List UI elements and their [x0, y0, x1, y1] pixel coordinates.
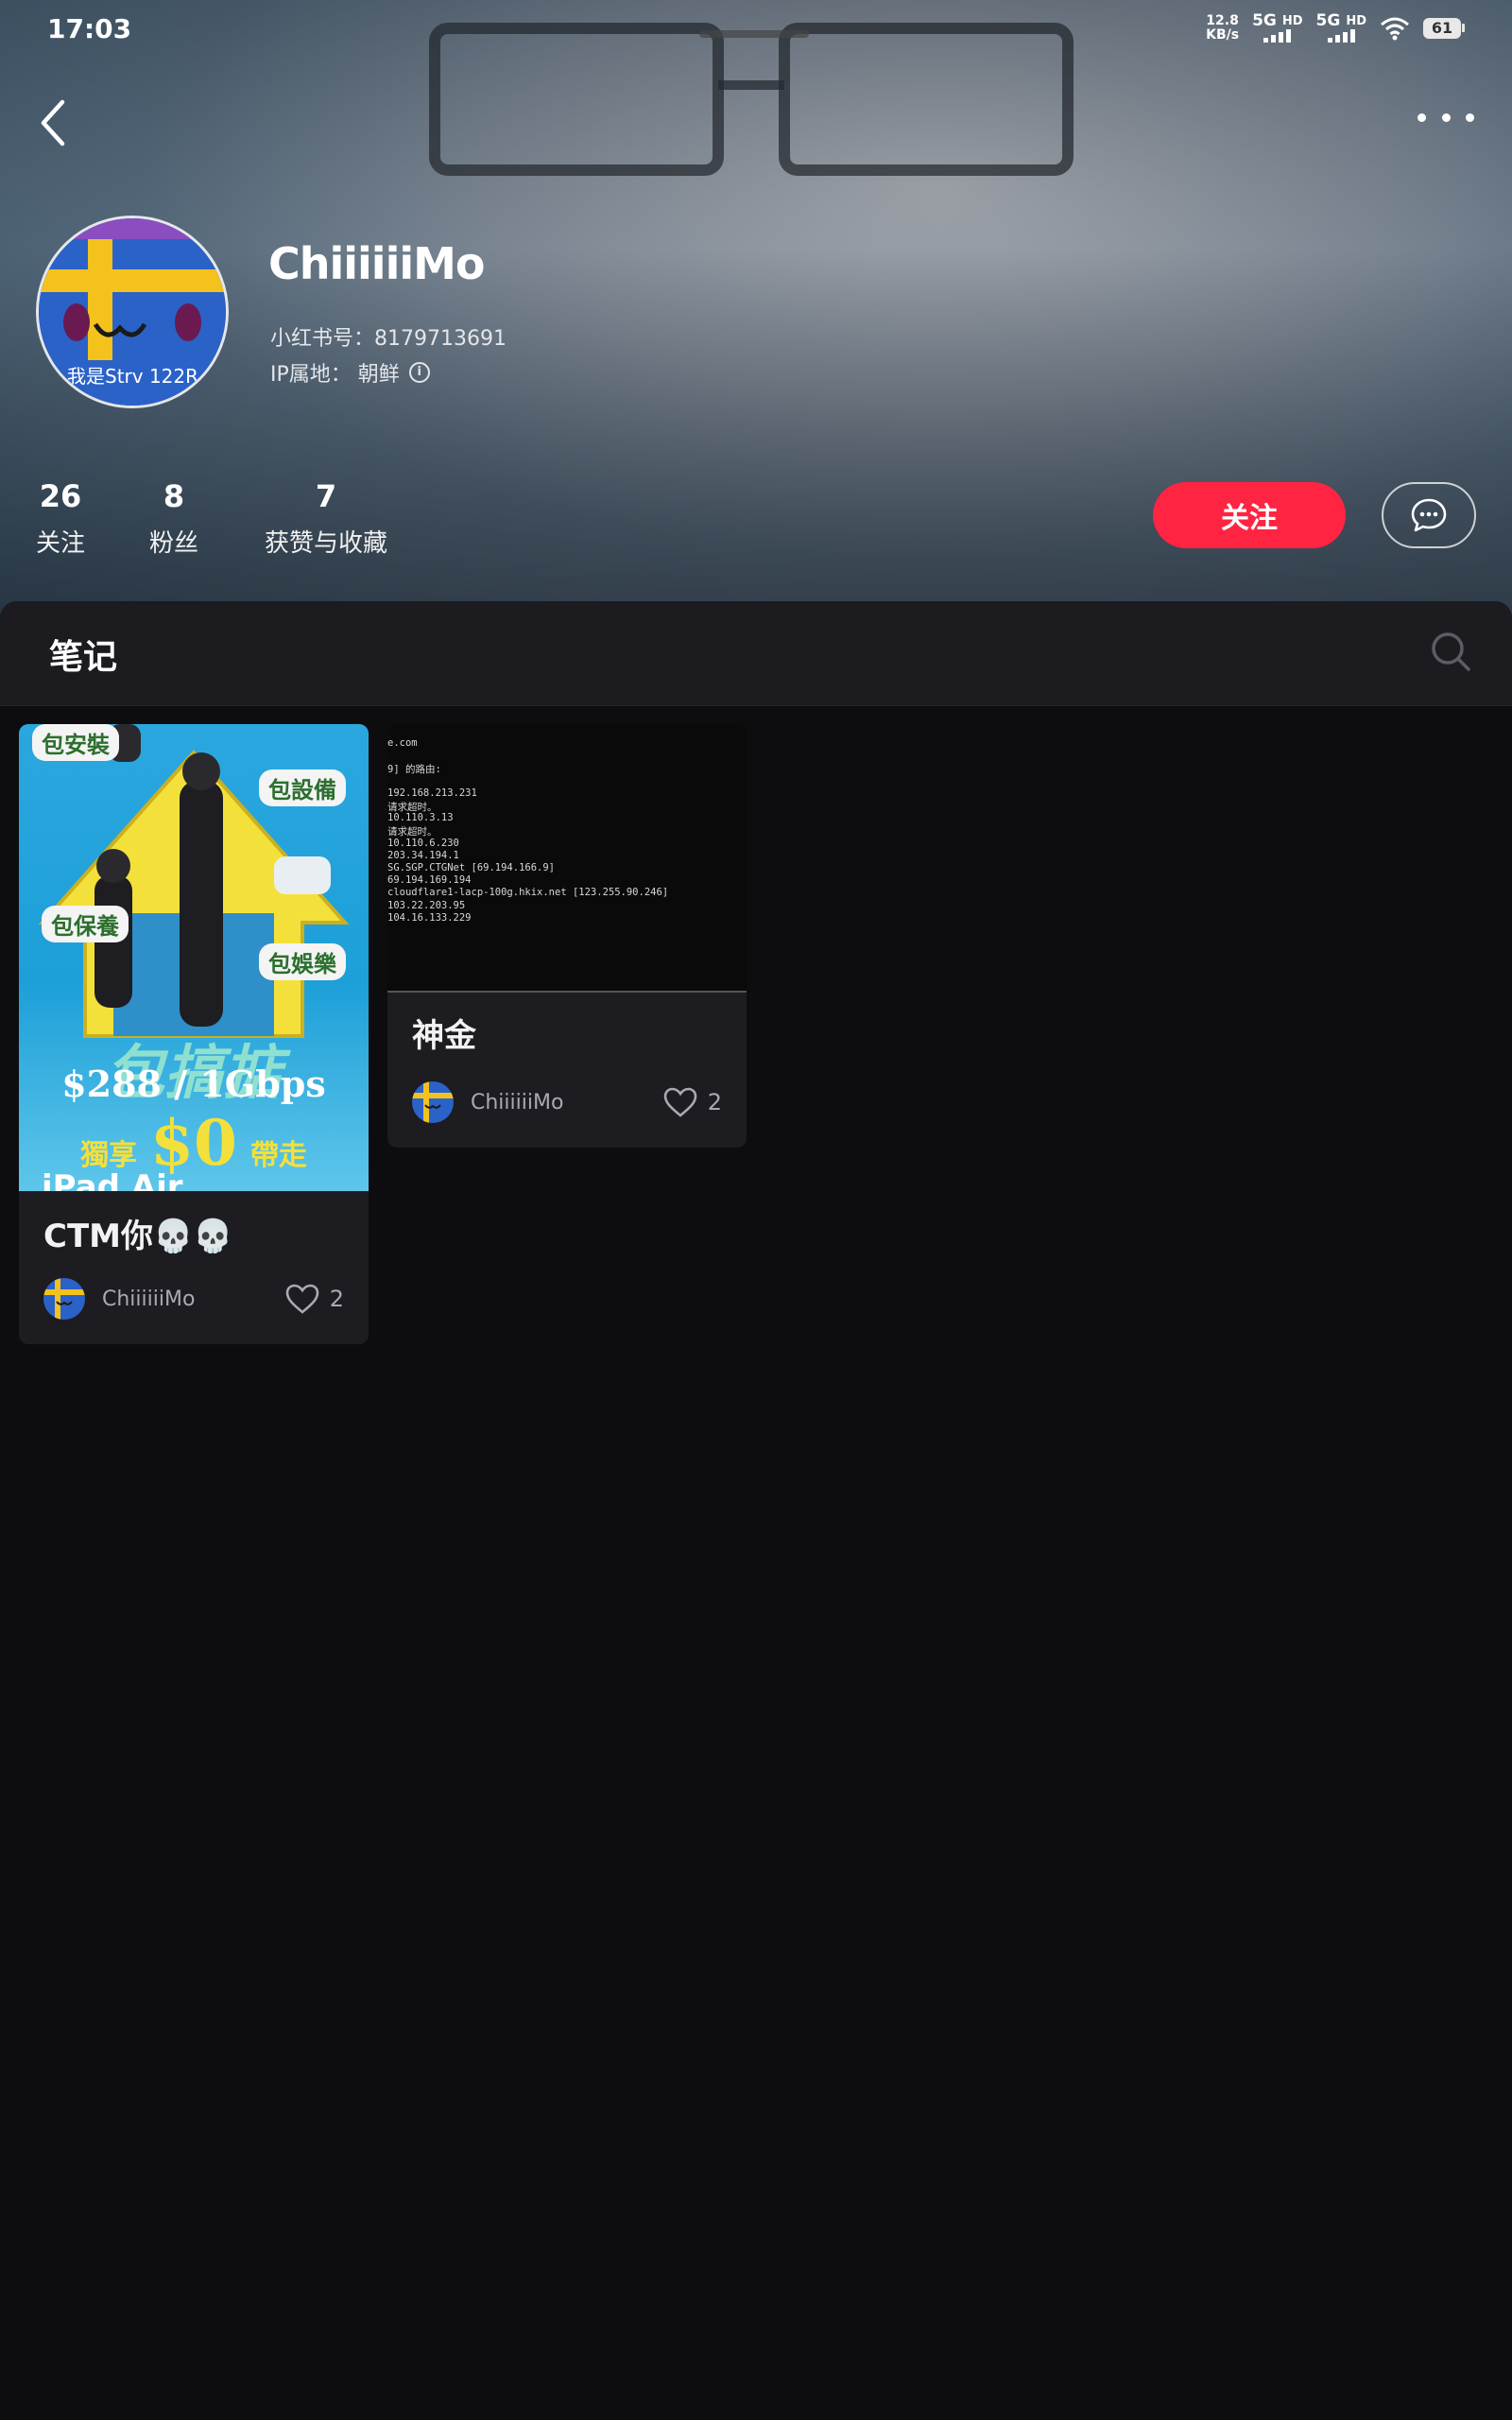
back-button[interactable]: [32, 95, 77, 151]
status-time: 17:03: [47, 13, 132, 44]
sim2-signal: 5G HD: [1316, 13, 1366, 43]
profile-avatar[interactable]: 我是Strv 122R: [36, 216, 229, 408]
top-handle: [699, 30, 809, 38]
note-card[interactable]: 包安裝 包設備 包保養 包娛樂 包搞掂 $288 / 1Gbps 獨享 $0 帶…: [19, 724, 369, 1344]
message-button[interactable]: [1382, 482, 1476, 548]
heart-icon: [663, 1087, 697, 1117]
like-button[interactable]: 2: [284, 1283, 344, 1315]
follow-button[interactable]: 关注: [1153, 482, 1346, 548]
terminal-line: 10.110.6.230: [387, 837, 459, 849]
ip-location[interactable]: IP属地： 朝鲜 i: [270, 357, 430, 388]
more-dots-icon: [1418, 112, 1426, 122]
note-card[interactable]: e.com 9] 的路由: 192.168.213.231 请求超时。 10.110.3…: [387, 724, 747, 1148]
stat-followers[interactable]: 8 粉丝: [149, 478, 198, 559]
more-options-button[interactable]: [1418, 98, 1474, 136]
note-title: 神金: [412, 1017, 476, 1055]
signal-bars-icon: [1263, 29, 1292, 43]
avatar-caption: 我是Strv 122R: [67, 365, 199, 388]
wifi-icon: [1381, 17, 1409, 40]
profile-username: ChiiiiiiMo: [268, 238, 485, 289]
search-icon: [1432, 632, 1470, 671]
note-author[interactable]: ChiiiiiiMo: [471, 1091, 662, 1115]
note-cover-image: 包安裝 包設備 包保養 包娛樂 包搞掂 $288 / 1Gbps 獨享 $0 帶…: [19, 724, 369, 1191]
terminal-line: 9] 的路由:: [387, 764, 441, 776]
signal-bars-icon: [1327, 29, 1355, 43]
like-button[interactable]: 2: [662, 1086, 722, 1118]
status-indicators: 12.8 KB/s 5G HD 5G HD 61: [1206, 13, 1465, 43]
notes-section: 笔记 包安裝 包設備 包保養 包娛樂 包搞掂 $288 / 1Gbps 獨享 $…: [0, 601, 1512, 2420]
info-icon: i: [408, 362, 430, 383]
terminal-line: SG.SGP.CTGNet [69.194.166.9]: [387, 862, 556, 873]
tab-notes[interactable]: 笔记: [49, 630, 117, 679]
chat-bubble-icon: [1411, 498, 1447, 532]
terminal-line: cloudflare1-lacp-100g.hkix.net [123.255.…: [387, 887, 669, 899]
author-avatar[interactable]: [43, 1278, 85, 1320]
red-id[interactable]: 小红书号：8179713691: [270, 321, 507, 352]
terminal-screenshot: e.com 9] 的路由: 192.168.213.231 请求超时。 10.110.3…: [387, 724, 747, 991]
note-author[interactable]: ChiiiiiiMo: [102, 1288, 284, 1311]
status-bar: 17:03 12.8 KB/s 5G HD 5G HD 61: [0, 0, 1512, 60]
sim1-signal: 5G HD: [1252, 13, 1303, 43]
terminal-line: 192.168.213.231: [387, 786, 477, 799]
stat-following[interactable]: 26 关注: [36, 478, 85, 559]
battery-icon: 61: [1423, 17, 1465, 39]
terminal-line: 10.110.3.13: [387, 812, 454, 824]
note-title: CTM你💀💀: [43, 1218, 233, 1255]
notes-tab-bar: 笔记: [0, 601, 1512, 706]
terminal-line: 69.194.169.194: [387, 874, 472, 887]
stat-likes-collections[interactable]: 7 获赞与收藏: [265, 478, 387, 559]
search-notes-button[interactable]: [1429, 630, 1472, 673]
heart-icon: [285, 1284, 319, 1314]
chevron-left-icon: [41, 99, 65, 147]
terminal-line: 103.22.203.95: [387, 899, 466, 911]
note-cover-image: e.com 9] 的路由: 192.168.213.231 请求超时。 10.110.3…: [387, 724, 747, 993]
terminal-line: 104.16.133.229: [387, 911, 472, 924]
author-avatar[interactable]: [412, 1081, 454, 1123]
terminal-line: e.com: [387, 737, 418, 749]
terminal-line: 203.34.194.1: [387, 849, 459, 861]
network-speed: 12.8 KB/s: [1206, 12, 1240, 43]
